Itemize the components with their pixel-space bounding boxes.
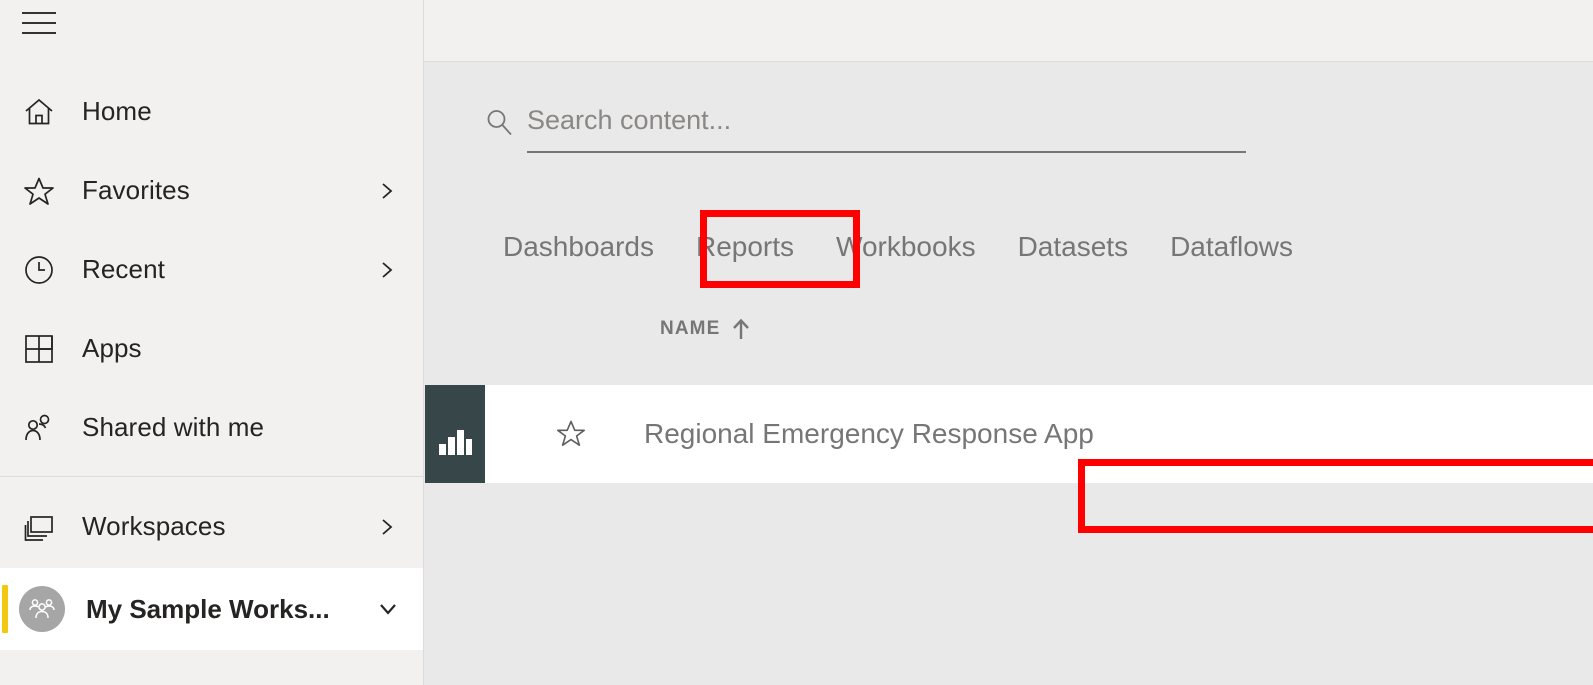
main-content-area: Dashboards Reports Workbooks Datasets Da… bbox=[425, 63, 1593, 685]
column-header-name: NAME bbox=[660, 318, 721, 339]
arrow-up-icon bbox=[732, 318, 750, 340]
sidebar-item-label: Workspaces bbox=[82, 511, 226, 541]
sidebar-item-home[interactable]: Home bbox=[0, 72, 424, 151]
sidebar-item-label: Favorites bbox=[82, 175, 190, 205]
sidebar-divider bbox=[0, 476, 423, 477]
content-type-tabs: Dashboards Reports Workbooks Datasets Da… bbox=[503, 223, 1314, 271]
star-outline-icon[interactable] bbox=[555, 418, 587, 450]
apps-grid-icon bbox=[22, 332, 56, 366]
chevron-down-icon[interactable] bbox=[377, 598, 399, 620]
home-icon bbox=[22, 95, 56, 129]
clock-icon bbox=[22, 253, 56, 287]
tab-reports[interactable]: Reports bbox=[675, 223, 815, 271]
table-row[interactable]: Regional Emergency Response App bbox=[425, 385, 1593, 483]
sidebar-item-label: Apps bbox=[82, 333, 142, 363]
chevron-right-icon[interactable] bbox=[378, 261, 396, 279]
bar-chart-icon bbox=[425, 385, 485, 483]
hamburger-menu-icon[interactable] bbox=[22, 12, 58, 38]
hamburger-line bbox=[22, 32, 56, 34]
tab-dashboards[interactable]: Dashboards bbox=[503, 223, 675, 271]
sidebar-item-label: Home bbox=[82, 96, 152, 126]
star-icon bbox=[22, 174, 56, 208]
sidebar-item-workspaces[interactable]: Workspaces bbox=[0, 487, 424, 566]
sidebar-item-apps[interactable]: Apps bbox=[0, 309, 424, 388]
sidebar-workspaces-section: Workspaces bbox=[0, 487, 424, 566]
search-input[interactable] bbox=[527, 95, 1246, 153]
hamburger-line bbox=[22, 12, 56, 14]
power-bi-content-browser: Home Favorites Recent Apps Shared with m… bbox=[0, 0, 1593, 685]
sidebar-item-favorites[interactable]: Favorites bbox=[0, 151, 424, 230]
sidebar-primary-nav: Home Favorites Recent Apps Shared with m… bbox=[0, 72, 424, 467]
table-column-header[interactable]: NAME bbox=[660, 318, 750, 340]
group-people-icon bbox=[19, 586, 65, 632]
left-navigation-sidebar: Home Favorites Recent Apps Shared with m… bbox=[0, 0, 424, 685]
hamburger-line bbox=[22, 22, 56, 24]
search-container bbox=[484, 95, 1246, 155]
sidebar-item-shared-with-me[interactable]: Shared with me bbox=[0, 388, 424, 467]
sidebar-item-selected-workspace[interactable]: My Sample Works... bbox=[0, 568, 423, 650]
tab-datasets[interactable]: Datasets bbox=[997, 223, 1150, 271]
chevron-right-icon[interactable] bbox=[378, 182, 396, 200]
tab-workbooks[interactable]: Workbooks bbox=[815, 223, 997, 271]
top-header-bar bbox=[424, 0, 1593, 62]
workspaces-stack-icon bbox=[22, 510, 56, 544]
selected-workspace-label: My Sample Works... bbox=[86, 593, 330, 624]
sidebar-item-recent[interactable]: Recent bbox=[0, 230, 424, 309]
sidebar-item-label: Shared with me bbox=[82, 412, 265, 442]
selection-accent-bar bbox=[2, 585, 8, 633]
sidebar-item-label: Recent bbox=[82, 254, 165, 284]
shared-people-icon bbox=[22, 411, 56, 445]
report-name-label[interactable]: Regional Emergency Response App bbox=[644, 418, 1094, 450]
search-icon bbox=[484, 107, 514, 137]
chevron-right-icon[interactable] bbox=[378, 518, 396, 536]
tab-dataflows[interactable]: Dataflows bbox=[1149, 223, 1314, 271]
